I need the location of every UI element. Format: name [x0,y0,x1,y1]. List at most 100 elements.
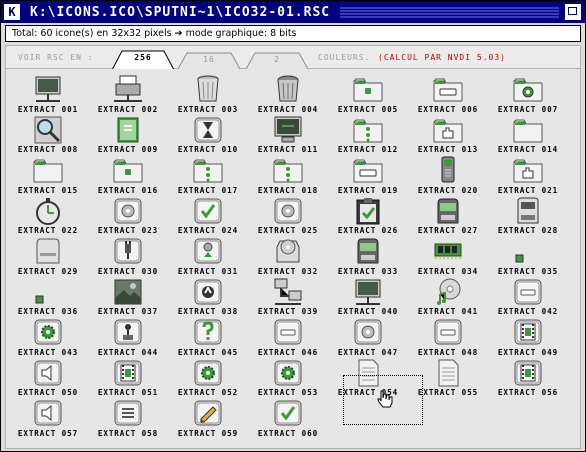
folder-hand-icon [513,159,543,183]
icon-item[interactable]: EXTRACT 036 [8,276,88,316]
icon-item[interactable]: EXTRACT 043 [8,316,88,357]
icon-item[interactable]: EXTRACT 033 [328,235,408,276]
icon-item[interactable]: EXTRACT 039 [248,276,328,316]
icon-item[interactable]: EXTRACT 016 [88,154,168,195]
icon-item[interactable]: EXTRACT 006 [408,73,488,114]
icon-item[interactable]: EXTRACT 015 [8,154,88,195]
icon-item[interactable]: EXTRACT 058 [88,397,168,438]
icon-label: EXTRACT 003 [177,104,239,114]
tab-2-label: 2 [274,55,280,64]
icon-label: EXTRACT 023 [97,226,159,235]
icon-item[interactable]: EXTRACT 042 [488,276,568,316]
tab-256-label: 256 [134,53,152,62]
icon-item[interactable]: EXTRACT 056 [488,357,568,397]
icon-item[interactable]: EXTRACT 012 [328,114,408,154]
title-bar[interactable]: K K:\ICONS.ICO\SPUTNI~1\ICO32-01.RSC [1,1,585,23]
icon-item[interactable]: EXTRACT 029 [8,235,88,276]
icon-item[interactable]: EXTRACT 026 [328,195,408,235]
icon-label: EXTRACT 033 [337,266,399,276]
icon-item[interactable]: EXTRACT 038 [168,276,248,316]
icon-item[interactable]: EXTRACT 010 [168,114,248,154]
icon-item[interactable]: EXTRACT 031 [168,235,248,276]
icon-label: EXTRACT 010 [177,145,239,154]
icon-item[interactable]: EXTRACT 001 [8,73,88,114]
icon-item[interactable]: EXTRACT 057 [8,397,88,438]
icon-item[interactable]: EXTRACT 013 [408,114,488,154]
monitor-icon [274,116,302,142]
box-joystick-icon [114,319,142,345]
icon-item[interactable]: EXTRACT 060 [248,397,328,438]
icon-item[interactable]: EXTRACT 035 [488,235,568,276]
icon-item[interactable]: EXTRACT 005 [328,73,408,114]
icon-item[interactable]: EXTRACT 037 [88,276,168,316]
icon-item[interactable]: EXTRACT 024 [168,195,248,235]
icon-item[interactable]: EXTRACT 007 [488,73,568,114]
fuller-box[interactable] [565,4,581,20]
icon-item[interactable]: EXTRACT 030 [88,235,168,276]
icon-label: EXTRACT 040 [337,307,399,316]
icon-item[interactable]: EXTRACT 009 [88,114,168,154]
box-gear-icon [34,319,62,345]
icon-item[interactable]: EXTRACT 050 [8,357,88,397]
icon-label: EXTRACT 031 [177,266,239,276]
title-stripes[interactable] [340,6,559,18]
icon-item[interactable]: EXTRACT 018 [248,154,328,195]
icon-item[interactable]: EXTRACT 049 [488,316,568,357]
icon-item[interactable]: EXTRACT 025 [248,195,328,235]
box-slot-icon [514,279,542,304]
icon-item[interactable]: EXTRACT 022 [8,195,88,235]
icon-item[interactable]: EXTRACT 034 [408,235,488,276]
icon-item[interactable]: EXTRACT 044 [88,316,168,357]
folder-buttons-icon [193,159,223,183]
box-check-icon [274,400,302,426]
icon-item[interactable]: EXTRACT 027 [408,195,488,235]
folder-plain-icon [33,159,63,183]
icon-item[interactable]: EXTRACT 059 [168,397,248,438]
icon-item[interactable]: EXTRACT 051 [88,357,168,397]
icon-item[interactable]: EXTRACT 004 [248,73,328,114]
icon-label: EXTRACT 053 [257,388,319,397]
icon-label: EXTRACT 027 [417,226,479,235]
tab-16[interactable]: 16 [178,52,240,69]
icon-item[interactable]: EXTRACT 002 [88,73,168,114]
icon-item[interactable]: EXTRACT 011 [248,114,328,154]
icon-item[interactable]: EXTRACT 023 [88,195,168,235]
trash-full-icon [277,75,299,102]
icon-item[interactable]: EXTRACT 045 [168,316,248,357]
icon-label: EXTRACT 006 [417,104,479,114]
icon-item[interactable]: EXTRACT 014 [488,114,568,154]
icon-label: EXTRACT 001 [17,104,79,114]
icon-item[interactable]: EXTRACT 021 [488,154,568,195]
icon-label: EXTRACT 029 [17,266,79,276]
icon-item[interactable]: EXTRACT 028 [488,195,568,235]
icon-item[interactable]: EXTRACT 019 [328,154,408,195]
folder-icon [113,159,143,183]
icon-grid: EXTRACT 001 EXTRACT 002 EXTRACT 003 EXTRACT… [8,73,578,438]
icon-item[interactable]: EXTRACT 008 [8,114,88,154]
icon-item[interactable]: EXTRACT 052 [168,357,248,397]
close-box[interactable]: K [4,4,20,20]
icon-label: EXTRACT 030 [97,266,159,276]
icon-label: EXTRACT 017 [177,185,239,195]
icon-item[interactable]: EXTRACT 040 [328,276,408,316]
icon-label: EXTRACT 012 [337,145,399,154]
folder-buttons-icon [353,119,383,142]
folder-buttons-icon [273,159,303,183]
tab-256[interactable]: 256 [112,50,174,70]
icon-item[interactable]: EXTRACT 046 [248,316,328,357]
icon-label: EXTRACT 048 [417,347,479,357]
tab-2[interactable]: 2 [246,52,308,69]
icon-item[interactable]: EXTRACT 053 [248,357,328,397]
icon-label: EXTRACT 021 [497,185,559,195]
icon-item[interactable]: EXTRACT 041 [408,276,488,316]
icon-item[interactable]: EXTRACT 032 [248,235,328,276]
icon-item[interactable]: EXTRACT 003 [168,73,248,114]
icon-label: EXTRACT 047 [337,347,399,357]
icon-item[interactable]: EXTRACT 017 [168,154,248,195]
box-question-icon [194,319,222,345]
box-plug-icon [114,238,142,264]
icon-item[interactable]: EXTRACT 020 [408,154,488,195]
icon-item[interactable]: EXTRACT 048 [408,316,488,357]
icon-label: EXTRACT 041 [417,307,479,316]
icon-item[interactable]: EXTRACT 047 [328,316,408,357]
